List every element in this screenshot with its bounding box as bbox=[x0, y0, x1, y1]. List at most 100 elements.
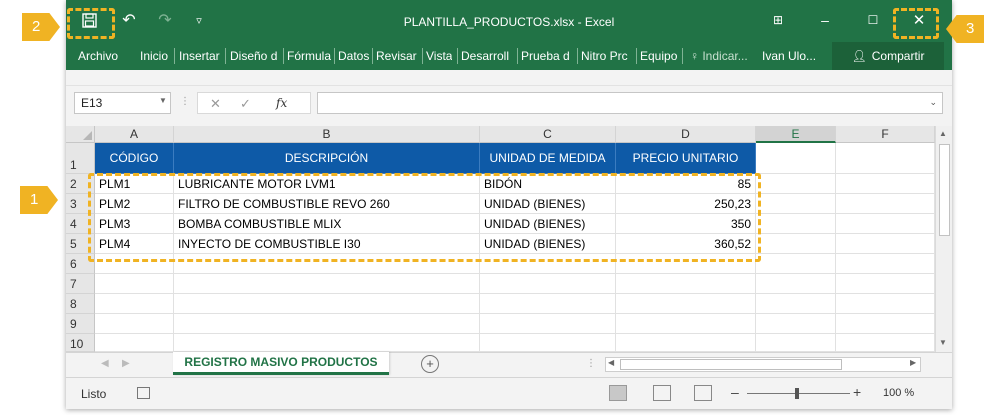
column-header-d[interactable]: D bbox=[616, 126, 756, 143]
cell[interactable] bbox=[480, 334, 616, 352]
formula-bar-resize-handle[interactable]: ⋮ bbox=[180, 96, 190, 107]
cell[interactable] bbox=[756, 254, 836, 274]
cell[interactable] bbox=[756, 143, 836, 174]
zoom-in-button[interactable]: + bbox=[853, 384, 861, 400]
cell[interactable] bbox=[95, 274, 174, 294]
tab-equipo[interactable]: Equipo bbox=[640, 42, 677, 70]
cell[interactable] bbox=[174, 274, 480, 294]
cell[interactable] bbox=[174, 314, 480, 334]
row-header[interactable]: 7 bbox=[66, 274, 95, 294]
restore-button[interactable]: ☐ bbox=[858, 8, 888, 32]
minimize-button[interactable]: – bbox=[810, 8, 840, 32]
cell[interactable] bbox=[756, 334, 836, 352]
expand-formula-icon[interactable]: ⌄ bbox=[929, 97, 937, 108]
column-header-f[interactable]: F bbox=[836, 126, 935, 143]
horizontal-scrollbar[interactable]: ◀ ▶ bbox=[605, 357, 921, 372]
tab-datos[interactable]: Datos bbox=[338, 42, 369, 70]
cell[interactable] bbox=[836, 334, 935, 352]
vertical-scrollbar[interactable]: ▲ ▼ bbox=[935, 126, 952, 352]
insert-function-icon[interactable]: fx bbox=[276, 96, 287, 110]
page-layout-view-button[interactable] bbox=[653, 385, 671, 401]
row-header[interactable]: 9 bbox=[66, 314, 95, 334]
vertical-scroll-thumb[interactable] bbox=[939, 144, 950, 236]
next-sheet-icon[interactable]: ▶ bbox=[122, 358, 130, 369]
zoom-out-button[interactable]: – bbox=[731, 384, 739, 400]
tab-separator bbox=[372, 48, 373, 64]
share-button[interactable]: 👤︎ Compartir bbox=[832, 42, 944, 70]
name-box[interactable]: E13 bbox=[74, 92, 171, 114]
header-cell-codigo[interactable]: CÓDIGO bbox=[95, 143, 174, 174]
row-header[interactable]: 10 bbox=[66, 334, 95, 352]
cell[interactable] bbox=[756, 234, 836, 254]
header-cell-unidad[interactable]: UNIDAD DE MEDIDA bbox=[480, 143, 616, 174]
select-all-button[interactable] bbox=[66, 126, 95, 143]
cell[interactable] bbox=[836, 314, 935, 334]
tab-prueba[interactable]: Prueba d bbox=[521, 42, 576, 70]
cell[interactable] bbox=[95, 334, 174, 352]
cell[interactable] bbox=[174, 294, 480, 314]
cell[interactable] bbox=[95, 294, 174, 314]
cell[interactable] bbox=[616, 314, 756, 334]
tab-archivo[interactable]: Archivo bbox=[78, 42, 118, 70]
header-cell-precio[interactable]: PRECIO UNITARIO bbox=[616, 143, 756, 174]
row-header[interactable]: 8 bbox=[66, 294, 95, 314]
row-header[interactable]: 1 bbox=[66, 143, 95, 174]
tab-revisar[interactable]: Revisar bbox=[376, 42, 417, 70]
scroll-right-icon[interactable]: ▶ bbox=[910, 358, 916, 367]
cell[interactable] bbox=[174, 334, 480, 352]
tab-split-handle[interactable]: ⋮ bbox=[586, 358, 596, 369]
cell[interactable] bbox=[616, 334, 756, 352]
prev-sheet-icon[interactable]: ◀ bbox=[101, 358, 109, 369]
sheet-tab-registro[interactable]: REGISTRO MASIVO PRODUCTOS bbox=[173, 352, 389, 375]
macro-recording-icon[interactable] bbox=[137, 387, 150, 399]
tab-diseno[interactable]: Diseño d bbox=[230, 42, 282, 70]
tab-desarrollador[interactable]: Desarroll bbox=[461, 42, 516, 70]
zoom-slider-thumb[interactable] bbox=[795, 388, 799, 399]
cell[interactable] bbox=[616, 274, 756, 294]
cell[interactable] bbox=[836, 294, 935, 314]
cell[interactable] bbox=[616, 294, 756, 314]
cell[interactable] bbox=[95, 314, 174, 334]
new-sheet-button[interactable]: + bbox=[421, 355, 439, 373]
tab-insertar[interactable]: Insertar bbox=[179, 42, 220, 70]
scroll-left-icon[interactable]: ◀ bbox=[608, 358, 614, 367]
cell[interactable] bbox=[756, 294, 836, 314]
tell-me-box[interactable]: ♀ Indicar... bbox=[690, 42, 748, 70]
header-cell-descripcion[interactable]: DESCRIPCIÓN bbox=[174, 143, 480, 174]
formula-input[interactable]: ⌄ bbox=[317, 92, 943, 114]
enter-check-icon[interactable]: ✓ bbox=[240, 96, 251, 112]
column-header-e[interactable]: E bbox=[756, 126, 836, 143]
cell[interactable] bbox=[480, 294, 616, 314]
column-header-b[interactable]: B bbox=[174, 126, 480, 143]
cell[interactable] bbox=[756, 274, 836, 294]
user-account[interactable]: Ivan Ulo... bbox=[762, 42, 816, 70]
ribbon-display-options-button[interactable]: ⊞ bbox=[763, 8, 793, 32]
cell[interactable] bbox=[480, 274, 616, 294]
zoom-level[interactable]: 100 % bbox=[883, 387, 914, 399]
cell[interactable] bbox=[836, 194, 935, 214]
tab-vista[interactable]: Vista bbox=[426, 42, 452, 70]
tab-nitro[interactable]: Nitro Prc bbox=[581, 42, 635, 70]
name-box-dropdown-icon[interactable]: ▼ bbox=[159, 96, 167, 105]
cell[interactable] bbox=[756, 174, 836, 194]
cell[interactable] bbox=[836, 174, 935, 194]
horizontal-scroll-thumb[interactable] bbox=[620, 359, 842, 370]
cell[interactable] bbox=[756, 314, 836, 334]
cell[interactable] bbox=[756, 214, 836, 234]
tab-formula[interactable]: Fórmula bbox=[287, 42, 331, 70]
tab-inicio[interactable]: Inicio bbox=[140, 42, 168, 70]
scroll-down-icon[interactable]: ▼ bbox=[939, 338, 947, 347]
cell[interactable] bbox=[756, 194, 836, 214]
column-header-c[interactable]: C bbox=[480, 126, 616, 143]
cell[interactable] bbox=[836, 254, 935, 274]
cell[interactable] bbox=[480, 314, 616, 334]
scroll-up-icon[interactable]: ▲ bbox=[939, 129, 947, 138]
page-break-view-button[interactable] bbox=[694, 385, 712, 401]
column-header-a[interactable]: A bbox=[95, 126, 174, 143]
cancel-icon[interactable]: ✕ bbox=[210, 96, 221, 112]
cell[interactable] bbox=[836, 143, 935, 174]
cell[interactable] bbox=[836, 274, 935, 294]
normal-view-button[interactable] bbox=[609, 385, 627, 401]
cell[interactable] bbox=[836, 234, 935, 254]
cell[interactable] bbox=[836, 214, 935, 234]
